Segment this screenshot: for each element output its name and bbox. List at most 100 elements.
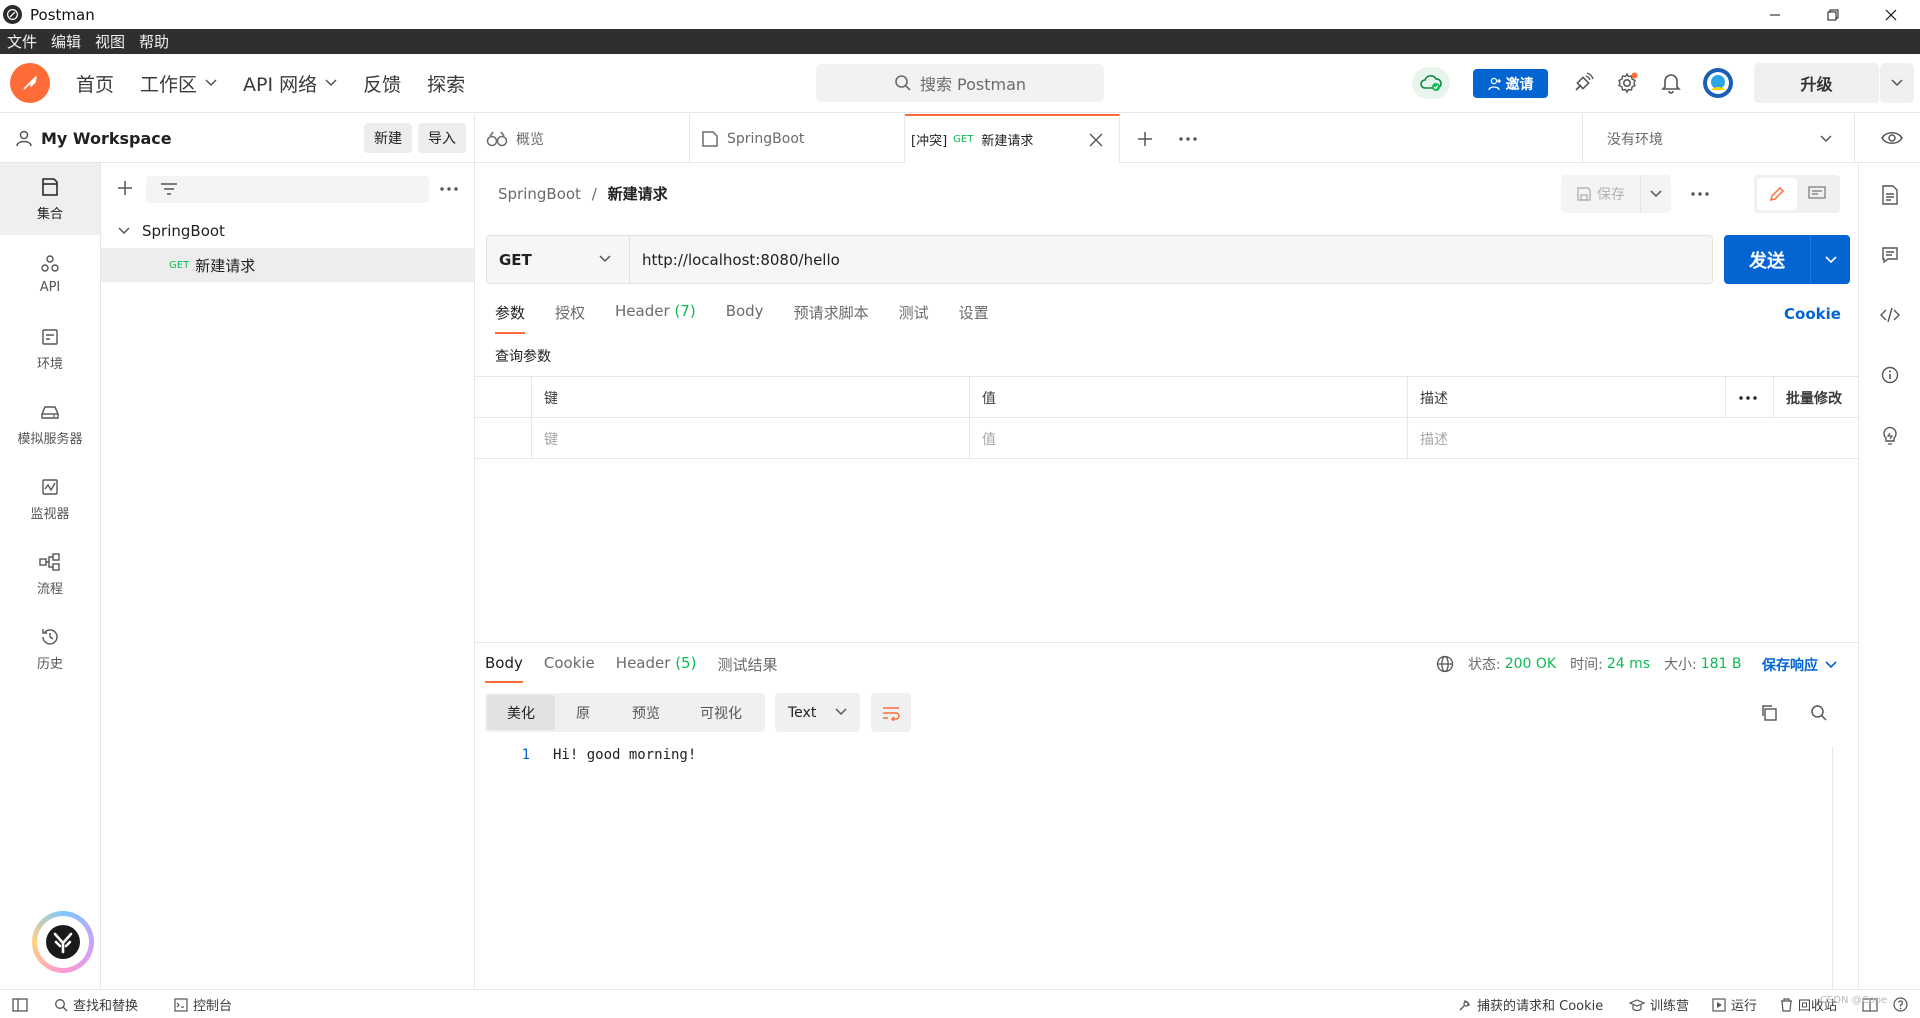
rail-item-history[interactable]: 历史 [0,613,100,685]
format-pretty[interactable]: 美化 [487,695,555,730]
plus-icon[interactable] [1137,131,1153,147]
nav-workspaces[interactable]: 工作区 [140,70,217,97]
tab-overview[interactable]: 概览 [475,114,690,163]
nav-home[interactable]: 首页 [76,70,114,97]
more-horizontal-icon[interactable] [1179,137,1197,141]
request-item[interactable]: GET 新建请求 [101,248,475,282]
more-horizontal-icon[interactable] [440,187,458,191]
save-button[interactable]: 保存 [1561,175,1640,213]
suggestions-button[interactable] [1878,423,1902,447]
wrap-lines-button[interactable] [871,693,911,732]
find-replace-button[interactable]: 查找和替换 [54,990,138,1018]
param-description-input[interactable]: 描述 [1407,418,1858,459]
plus-icon[interactable] [117,180,133,196]
time-value[interactable]: 24 ms [1607,656,1650,672]
format-raw[interactable]: 原 [555,695,611,730]
console-button[interactable]: 控制台 [174,990,232,1018]
breadcrumb-parent[interactable]: SpringBoot [498,185,581,203]
avatar[interactable] [1702,67,1734,99]
copy-response-button[interactable] [1757,701,1781,725]
new-button[interactable]: 新建 [364,123,412,153]
params-more-button[interactable] [1725,377,1773,418]
environment-select[interactable]: 没有环境 [1582,114,1855,163]
rail-item-collections[interactable]: 集合 [0,163,100,235]
language-select[interactable]: Text [775,693,860,732]
nav-feedback[interactable]: 反馈 [363,70,401,97]
import-button[interactable]: 导入 [418,123,466,153]
nav-api-network[interactable]: API 网络 [243,70,337,97]
tab-settings[interactable]: 设置 [959,302,989,332]
tab-response-cookies[interactable]: Cookie [544,654,595,684]
format-visualize[interactable]: 可视化 [681,695,761,730]
sidebar-filter-input[interactable] [146,176,429,203]
rail-item-flows[interactable]: 流程 [0,538,100,610]
edit-mode-button[interactable] [1757,178,1797,210]
close-icon[interactable] [1089,133,1103,147]
capture-requests-button[interactable]: 捕获的请求和 Cookie [1458,990,1603,1018]
close-window-button[interactable] [1862,0,1920,29]
method-select[interactable]: GET [487,236,630,283]
help-button[interactable] [1893,990,1913,1018]
tab-response-headers[interactable]: Header (5) [616,654,697,684]
upgrade-button[interactable]: 升级 [1754,63,1879,103]
response-scrollbar[interactable] [1832,746,1850,989]
rail-item-monitors[interactable]: 监视器 [0,463,100,535]
rail-item-environments[interactable]: 环境 [0,313,100,385]
param-key-input[interactable]: 键 [531,418,969,459]
menu-file[interactable]: 文件 [0,31,44,52]
search-response-button[interactable] [1807,701,1831,725]
cookies-link[interactable]: Cookie [1784,305,1841,323]
tab-body[interactable]: Body [726,302,764,332]
menu-view[interactable]: 视图 [88,31,132,52]
code-snippet-button[interactable] [1878,303,1902,327]
minimize-button[interactable] [1746,0,1804,29]
nav-explore[interactable]: 探索 [427,70,465,97]
save-response-button[interactable]: 保存响应 [1762,655,1837,675]
tab-authorization[interactable]: 授权 [555,302,585,332]
info-button[interactable] [1878,363,1902,387]
settings-button[interactable] [1614,70,1640,96]
tab-new-request[interactable]: [冲突] GET 新建请求 [905,114,1120,163]
bootcamp-button[interactable]: 训练营 [1629,990,1689,1018]
breadcrumb-current[interactable]: 新建请求 [608,185,668,203]
status-value[interactable]: 200 OK [1505,656,1556,672]
upgrade-dropdown-button[interactable] [1880,63,1914,103]
tab-pre-request-script[interactable]: 预请求脚本 [794,302,869,332]
eye-icon[interactable] [1881,130,1903,146]
format-preview[interactable]: 预览 [611,695,681,730]
url-input[interactable] [630,236,1712,283]
sync-status-button[interactable] [1412,67,1450,99]
documentation-button[interactable] [1878,183,1902,207]
ai-assistant-button[interactable] [32,911,94,973]
size-value[interactable]: 181 B [1701,656,1742,672]
tab-test-results[interactable]: 测试结果 [717,654,777,684]
comments-button[interactable] [1878,243,1902,267]
rail-item-api[interactable]: API [0,238,100,310]
response-divider[interactable] [475,642,1858,643]
bulk-edit-button[interactable]: 批量修改 [1773,377,1858,418]
maximize-button[interactable] [1804,0,1862,29]
send-button[interactable]: 发送 [1724,235,1810,284]
tab-params[interactable]: 参数 [495,302,526,334]
menu-help[interactable]: 帮助 [132,31,176,52]
save-dropdown-button[interactable] [1640,175,1671,213]
toggle-sidebar-button[interactable] [12,990,33,1018]
tab-response-body[interactable]: Body [485,654,523,684]
rail-item-mock-servers[interactable]: 模拟服务器 [0,388,100,460]
global-search[interactable]: 搜索 Postman [816,64,1104,102]
workspace-name[interactable]: My Workspace [41,129,172,148]
menu-edit[interactable]: 编辑 [44,31,88,52]
notifications-button[interactable] [1658,70,1684,96]
tab-tests[interactable]: 测试 [899,302,929,332]
satellite-button[interactable] [1570,70,1596,96]
postman-logo[interactable] [10,63,50,103]
tab-headers[interactable]: Header (7) [615,302,696,332]
param-value-input[interactable]: 值 [969,418,1407,459]
comment-mode-button[interactable] [1797,178,1837,210]
more-horizontal-icon[interactable] [1691,192,1709,196]
collection-springboot[interactable]: SpringBoot [101,214,475,248]
invite-button[interactable]: 邀请 [1473,69,1548,98]
tab-springboot[interactable]: SpringBoot [690,114,905,163]
send-dropdown-button[interactable] [1810,235,1850,284]
runner-button[interactable]: 运行 [1712,990,1757,1018]
